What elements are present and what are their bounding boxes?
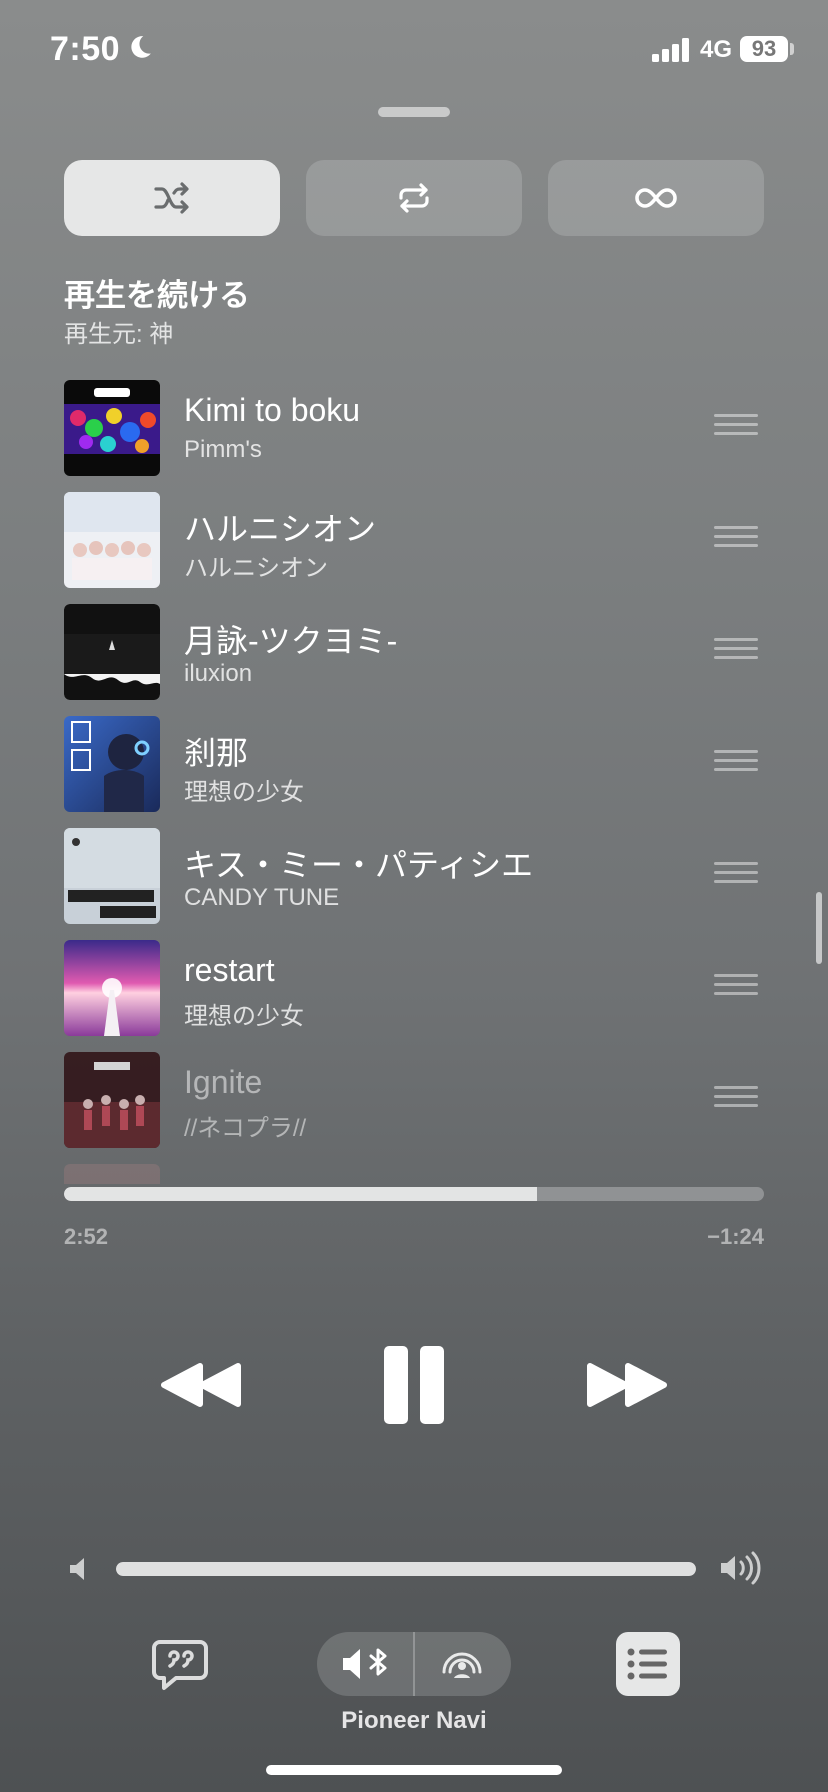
battery-tip <box>790 43 794 55</box>
reorder-handle-icon[interactable] <box>714 1086 758 1108</box>
track-title: 刹那 <box>184 735 249 771</box>
track-title: ハルニシオン <box>184 511 377 547</box>
lyrics-icon[interactable] <box>150 1634 210 1694</box>
repeat-button[interactable] <box>306 160 522 236</box>
queue-item-partial[interactable] <box>0 1162 828 1184</box>
shuffle-icon <box>154 182 189 214</box>
queue-item[interactable]: ハルニシオン ハルニシオン <box>0 490 828 588</box>
queue-item[interactable]: restart 理想の少女 <box>0 938 828 1036</box>
playback-progress-fill <box>64 1187 537 1201</box>
rewind-button[interactable] <box>152 1340 252 1430</box>
album-art <box>64 828 160 924</box>
track-artist: 理想の少女 <box>184 779 304 806</box>
track-artist: CANDY TUNE <box>184 884 340 911</box>
clock: 7:50 <box>50 30 121 68</box>
queue-item[interactable]: 刹那 理想の少女 <box>0 714 828 812</box>
status-bar: 7:50 4G 93 <box>0 0 828 100</box>
queue-button[interactable] <box>616 1632 680 1696</box>
track-artist: iluxion <box>184 660 253 687</box>
track-artist: 理想の少女 <box>184 1003 304 1030</box>
signal-icon <box>652 38 689 62</box>
album-art <box>64 1052 160 1148</box>
volume-high-icon <box>721 1551 761 1585</box>
reorder-handle-icon[interactable] <box>714 750 758 772</box>
elapsed-time: 2:52 <box>64 1224 109 1249</box>
audio-route-group <box>317 1632 511 1696</box>
queue-item[interactable]: Ignite //ネコプラ// <box>0 1050 828 1148</box>
output-device-label: Pioneer Navi <box>341 1707 487 1734</box>
battery-icon: 93 <box>740 36 788 62</box>
reorder-handle-icon[interactable] <box>714 974 758 996</box>
network-type: 4G <box>700 36 733 63</box>
track-title: キス・ミー・パティシエ <box>184 847 534 883</box>
sheet-grabber[interactable] <box>378 107 450 117</box>
track-artist: ハルニシオン <box>184 555 328 582</box>
reorder-handle-icon[interactable] <box>714 414 758 436</box>
shuffle-button[interactable] <box>64 160 280 236</box>
track-title: Kimi to boku <box>184 392 361 428</box>
airplay-icon[interactable] <box>435 1644 489 1684</box>
album-art <box>64 380 160 476</box>
album-art <box>64 940 160 1036</box>
fast-forward-icon <box>587 1363 667 1407</box>
volume-slider[interactable] <box>116 1562 696 1576</box>
pause-button[interactable] <box>364 1340 464 1430</box>
track-artist: Pimm's <box>184 436 262 463</box>
queue-section-title: 再生を続ける <box>64 278 250 313</box>
queue-item[interactable]: キス・ミー・パティシエ CANDY TUNE <box>0 826 828 924</box>
list-icon <box>627 1648 667 1680</box>
bluetooth-speaker-icon[interactable] <box>339 1644 393 1684</box>
queue-item[interactable]: 月詠-ツクヨミ- iluxion <box>0 602 828 700</box>
fast-forward-button[interactable] <box>576 1340 676 1430</box>
album-art <box>64 492 160 588</box>
volume-low-icon <box>70 1558 84 1580</box>
album-art <box>64 716 160 812</box>
rewind-icon <box>161 1363 241 1407</box>
volume-slider-fill <box>116 1562 696 1576</box>
repeat-icon <box>399 183 429 213</box>
queue-list[interactable]: Kimi to boku Pimm's ハルニシオン ハルニシオン 月詠-ツクヨ… <box>0 378 828 1184</box>
playback-progress-bar[interactable] <box>64 1187 764 1201</box>
remaining-time: −1:24 <box>707 1224 764 1249</box>
track-title: Ignite <box>184 1064 263 1100</box>
home-indicator[interactable] <box>266 1765 562 1775</box>
track-title: 月詠-ツクヨミ- <box>184 623 398 659</box>
reorder-handle-icon[interactable] <box>714 862 758 884</box>
scrollbar-thumb[interactable] <box>816 892 822 964</box>
reorder-handle-icon[interactable] <box>714 526 758 548</box>
queue-source: 再生元: 神 <box>64 321 174 348</box>
track-title: restart <box>184 952 275 988</box>
moon-icon <box>131 36 151 58</box>
track-artist: //ネコプラ// <box>184 1115 307 1142</box>
route-divider <box>413 1632 415 1696</box>
reorder-handle-icon[interactable] <box>714 638 758 660</box>
autoplay-button[interactable] <box>548 160 764 236</box>
queue-item[interactable]: Kimi to boku Pimm's <box>0 378 828 476</box>
album-art <box>64 604 160 700</box>
infinity-icon <box>635 188 677 208</box>
pause-icon <box>384 1346 444 1424</box>
album-art <box>64 1164 160 1184</box>
